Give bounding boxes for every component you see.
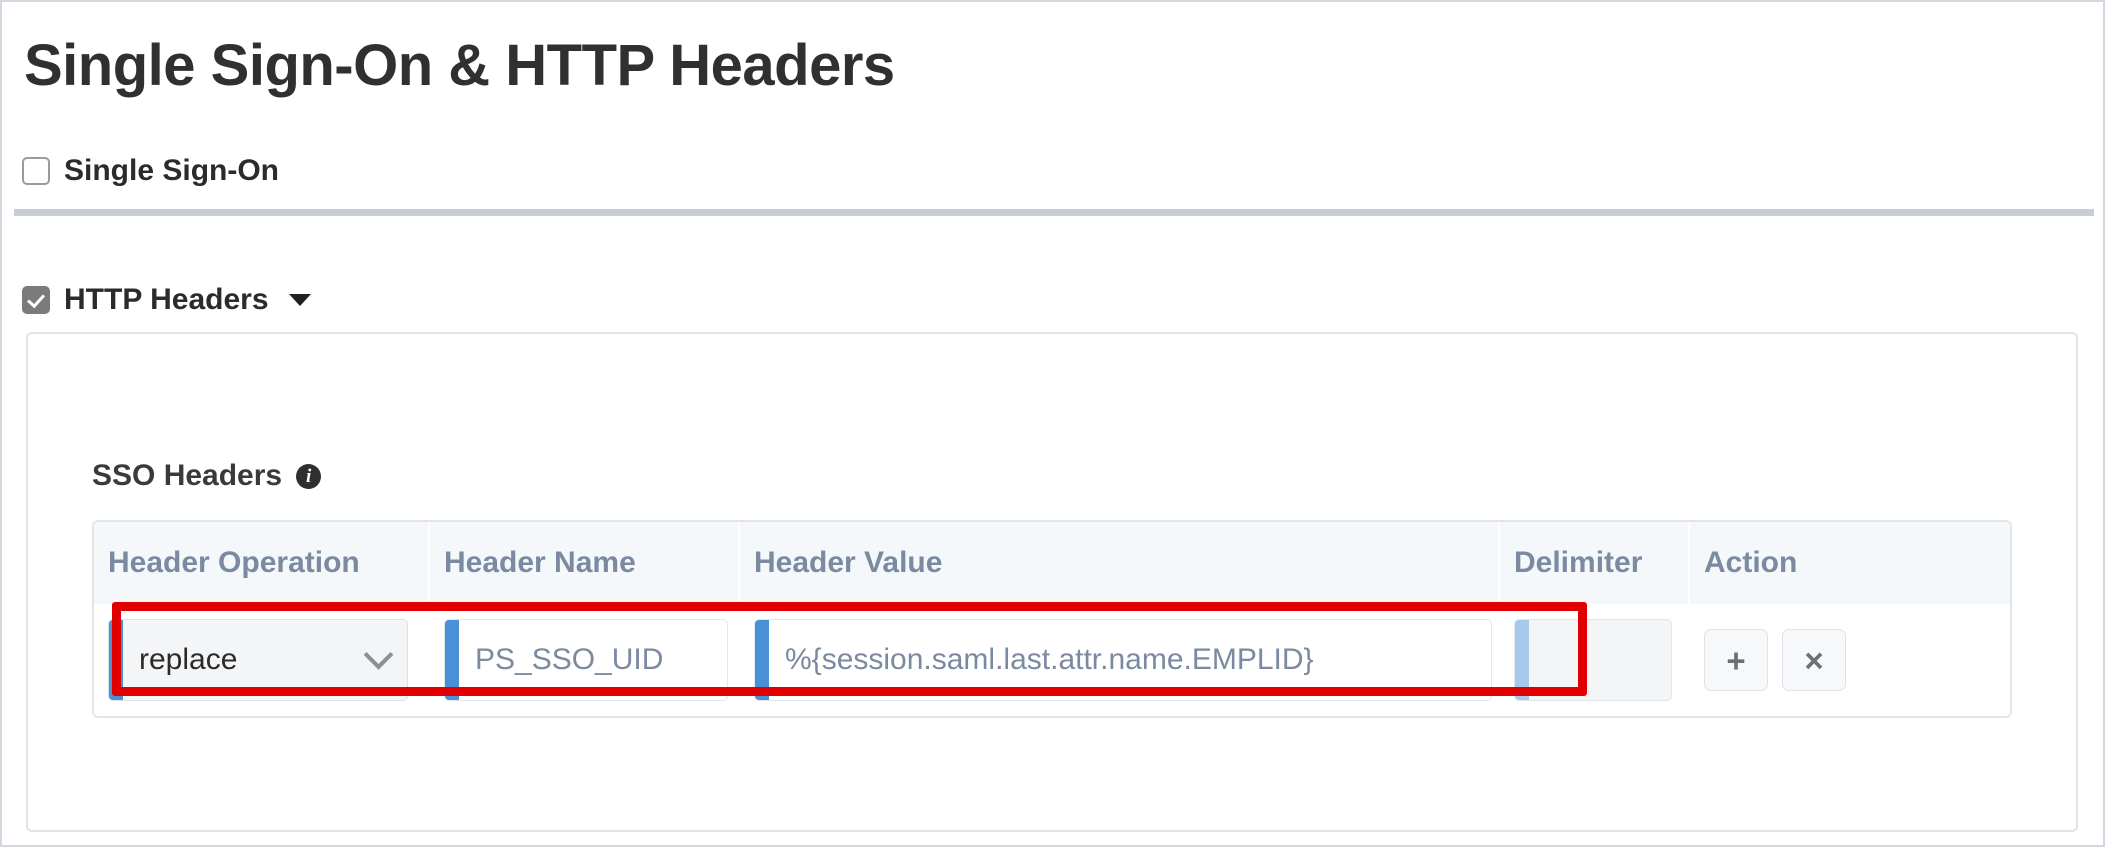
column-header-header-name: Header Name bbox=[430, 522, 740, 604]
single-sign-on-checkbox-row[interactable]: Single Sign-On bbox=[22, 154, 279, 188]
delimiter-input[interactable] bbox=[1514, 619, 1672, 701]
http-headers-checkbox-row[interactable]: HTTP Headers bbox=[22, 283, 311, 317]
field-active-indicator bbox=[445, 620, 459, 700]
single-sign-on-checkbox[interactable] bbox=[22, 157, 50, 185]
single-sign-on-label: Single Sign-On bbox=[64, 154, 279, 187]
delimiter-value bbox=[1515, 620, 1671, 700]
section-divider bbox=[14, 209, 2094, 216]
info-icon[interactable]: i bbox=[296, 463, 322, 489]
table-row: replace PS_SSO_UID %{session.saml.last.a… bbox=[94, 604, 2010, 716]
caret-down-icon[interactable] bbox=[288, 294, 311, 306]
header-name-input[interactable]: PS_SSO_UID bbox=[444, 619, 728, 701]
field-disabled-indicator bbox=[1515, 620, 1529, 700]
header-name-value: PS_SSO_UID bbox=[475, 643, 664, 676]
header-operation-select[interactable]: replace bbox=[108, 619, 408, 701]
cell-header-value: %{session.saml.last.attr.name.EMPLID} bbox=[740, 604, 1500, 716]
sso-headers-title: SSO Headers bbox=[92, 459, 283, 492]
http-headers-checkbox[interactable] bbox=[22, 286, 50, 314]
column-header-delimiter: Delimiter bbox=[1500, 522, 1690, 604]
sso-headers-table: Header Operation Header Name Header Valu… bbox=[92, 520, 2012, 718]
field-active-indicator bbox=[755, 620, 769, 700]
page-title: Single Sign-On & HTTP Headers bbox=[24, 33, 895, 98]
http-headers-label: HTTP Headers bbox=[64, 283, 269, 316]
cell-header-name: PS_SSO_UID bbox=[430, 604, 740, 716]
field-active-indicator bbox=[109, 620, 123, 700]
header-value-input[interactable]: %{session.saml.last.attr.name.EMPLID} bbox=[754, 619, 1492, 701]
header-operation-value: replace bbox=[139, 643, 238, 676]
cell-delimiter bbox=[1500, 604, 1690, 716]
header-value-value: %{session.saml.last.attr.name.EMPLID} bbox=[785, 643, 1314, 676]
chevron-down-icon[interactable] bbox=[363, 639, 394, 670]
column-header-action: Action bbox=[1704, 546, 1798, 579]
cell-header-operation: replace bbox=[94, 604, 430, 716]
page-root: Single Sign-On & HTTP Headers Single Sig… bbox=[0, 0, 2105, 847]
sso-headers-heading: SSO Headers i bbox=[92, 459, 322, 493]
column-header-header-value: Header Value bbox=[740, 522, 1500, 604]
add-row-button[interactable]: + bbox=[1704, 629, 1768, 691]
remove-row-button[interactable]: × bbox=[1782, 629, 1846, 691]
cell-action: + × bbox=[1690, 604, 2010, 716]
column-header-header-operation: Header Operation bbox=[94, 522, 430, 604]
http-headers-panel: SSO Headers i Header Operation Header Na… bbox=[26, 332, 2078, 832]
table-header-row: Header Operation Header Name Header Valu… bbox=[94, 522, 2010, 604]
